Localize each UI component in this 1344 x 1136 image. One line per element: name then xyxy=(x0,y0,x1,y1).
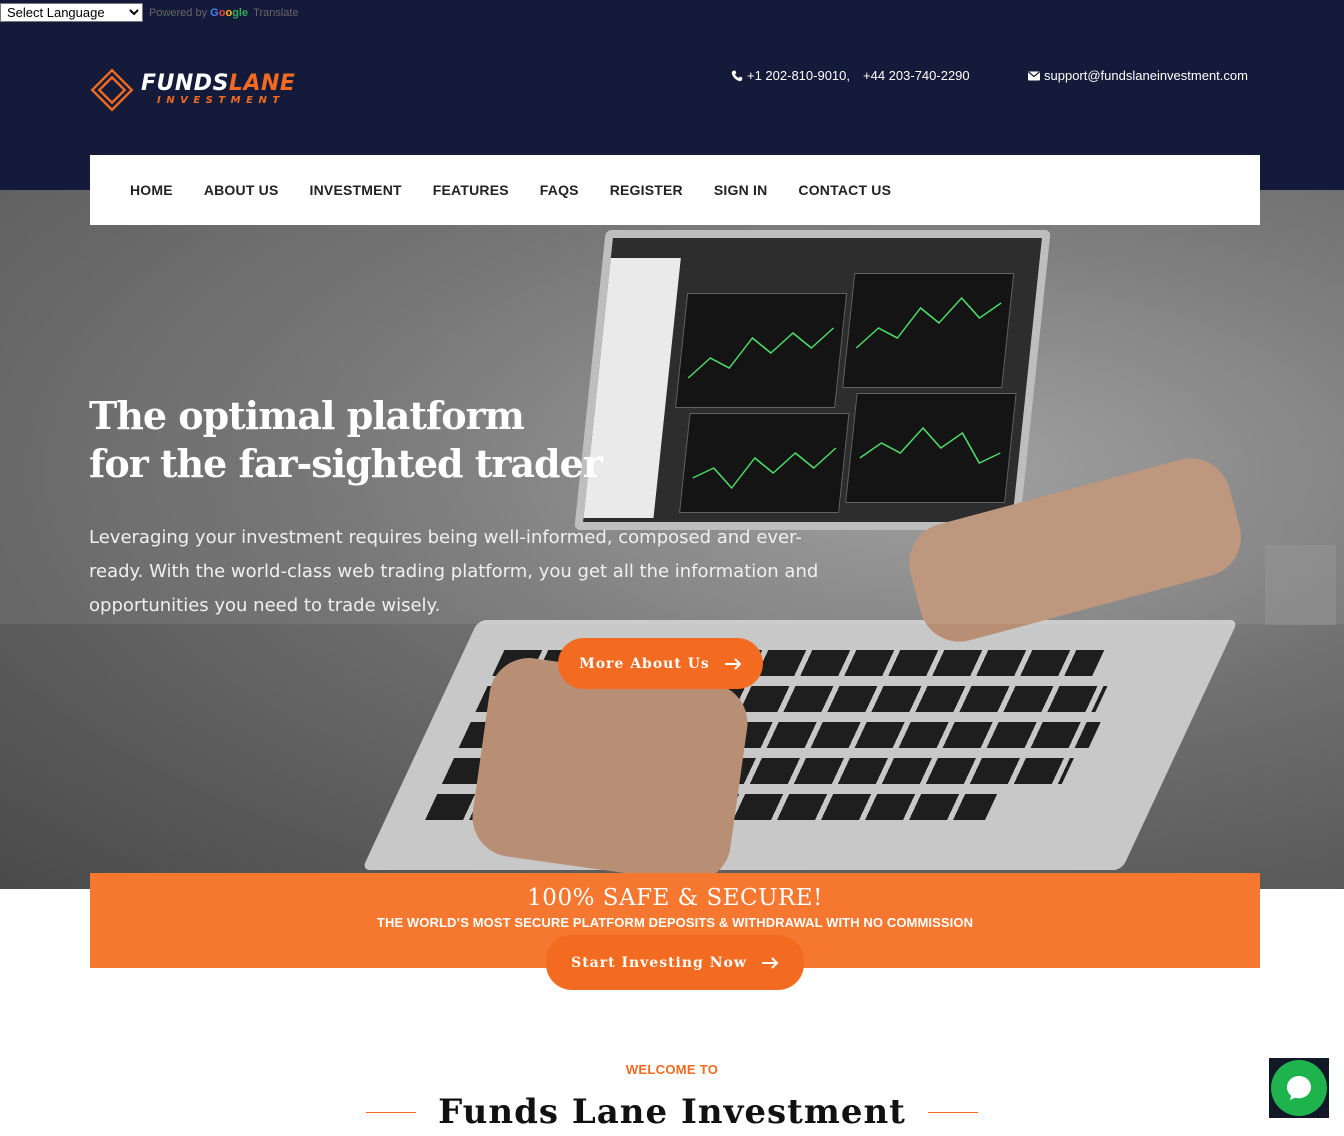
chat-widget[interactable] xyxy=(1269,1058,1329,1118)
hero-section: The optimal platform for the far-sighted… xyxy=(0,190,1344,889)
brand-tagline: INVESTMENT xyxy=(157,95,285,106)
nav-item-features[interactable]: FEATURES xyxy=(433,182,509,198)
nav-item-home[interactable]: HOME xyxy=(130,182,173,198)
email-address[interactable]: support@fundslaneinvestment.com xyxy=(1044,68,1248,83)
chat-bubble-icon xyxy=(1287,1076,1311,1100)
phone-contact: +1 202-810-9010, +44 203-740-2290 xyxy=(731,68,970,83)
brand-name: FUNDSLANE xyxy=(141,71,296,96)
phone-number-uk[interactable]: +44 203-740-2290 xyxy=(863,68,970,83)
heading-divider-right xyxy=(927,1111,978,1113)
phone-number-us[interactable]: +1 202-810-9010, xyxy=(747,68,850,83)
envelope-icon xyxy=(1028,71,1040,80)
powered-by-label: Powered by xyxy=(149,6,208,19)
email-contact: support@fundslaneinvestment.com xyxy=(1028,68,1248,83)
secure-banner-subtitle: THE WORLD’S MOST SECURE PLATFORM DEPOSIT… xyxy=(376,915,974,930)
nav-item-about-us[interactable]: ABOUT US xyxy=(204,182,279,198)
start-investing-label: Start Investing Now xyxy=(571,954,747,971)
hero-title-line-1: The optimal platform xyxy=(89,393,525,438)
translate-link[interactable]: Translate xyxy=(253,7,298,19)
language-select[interactable]: Select Language xyxy=(0,3,143,22)
page: Select Language Powered by Google Transl… xyxy=(0,0,1344,1136)
google-logo: Google xyxy=(210,6,249,19)
start-investing-button[interactable]: Start Investing Now xyxy=(546,935,804,990)
google-translate-widget: Select Language Powered by Google Transl… xyxy=(0,3,299,22)
secure-banner-title: 100% SAFE & SECURE! xyxy=(527,885,823,911)
nav-item-contact-us[interactable]: CONTACT US xyxy=(798,182,891,198)
hero-description: Leveraging your investment requires bein… xyxy=(89,527,819,616)
heading-divider-left xyxy=(366,1111,417,1113)
phone-icon xyxy=(731,70,743,81)
welcome-eyebrow: WELCOME TO xyxy=(625,1062,719,1077)
nav-item-sign-in[interactable]: SIGN IN xyxy=(714,182,768,198)
arrow-right-icon xyxy=(761,956,779,969)
hero-title-line-2: for the far-sighted trader xyxy=(89,441,603,486)
nav-item-register[interactable]: REGISTER xyxy=(610,182,683,198)
powered-by-text: Powered by Google Translate xyxy=(149,7,299,19)
more-about-us-label: More About Us xyxy=(579,655,710,672)
logo-diamond-icon xyxy=(90,68,134,112)
hero-title: The optimal platform for the far-sighted… xyxy=(89,392,603,488)
arrow-right-icon xyxy=(724,657,742,670)
welcome-heading: Funds Lane Investment xyxy=(0,1092,1344,1132)
chat-button[interactable] xyxy=(1271,1060,1327,1116)
nav-item-investment[interactable]: INVESTMENT xyxy=(310,182,402,198)
main-nav: HOME ABOUT US INVESTMENT FEATURES FAQS R… xyxy=(90,155,1260,225)
nav-item-faqs[interactable]: FAQS xyxy=(540,182,579,198)
welcome-title: Funds Lane Investment xyxy=(438,1092,906,1132)
side-tab-widget[interactable] xyxy=(1265,545,1336,625)
brand-logo[interactable]: FUNDSLANE INVESTMENT xyxy=(89,67,295,113)
more-about-us-button[interactable]: More About Us xyxy=(558,638,763,689)
